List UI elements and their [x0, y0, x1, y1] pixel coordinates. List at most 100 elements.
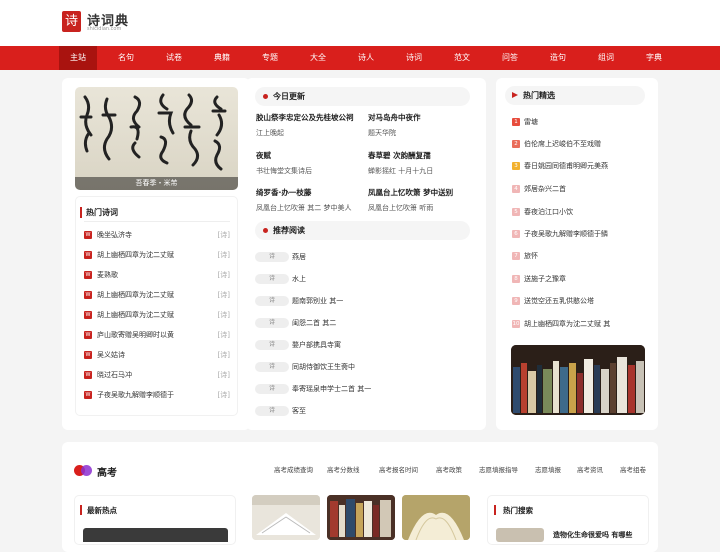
recommend-item[interactable]: 闺怨二首 其二: [292, 318, 336, 328]
list-item[interactable]: W 晓过石马冲 [诗]: [84, 369, 230, 381]
rank-title: 伯伦席上迟峻伯不至戏赠: [524, 140, 601, 148]
featured-image[interactable]: 吾春季・米芾: [75, 87, 238, 190]
rank-item[interactable]: 8 送施子之豫章: [512, 273, 642, 285]
gaokao-link-scores[interactable]: 高考成绩查询: [274, 464, 313, 474]
gaokao-link-guide[interactable]: 志愿填报指导: [479, 464, 518, 474]
gaokao-image-3[interactable]: [402, 495, 470, 540]
gaokao-link-apply[interactable]: 志愿填报: [535, 464, 561, 474]
rank-item[interactable]: 5 春夜泊江口小饮: [512, 206, 642, 218]
rank-badge: 9: [512, 297, 520, 305]
rank-item[interactable]: 3 春日姚园同德甫明卿元美燕: [512, 160, 642, 172]
today-item-title[interactable]: 凤凰台上忆吹箫 梦中送别: [368, 187, 453, 198]
recommend-item[interactable]: 水上: [292, 274, 306, 284]
latest-title: 最新热点: [87, 506, 117, 515]
today-item-title[interactable]: 春草碧 次韵酬复孺: [368, 150, 431, 161]
rank-badge: 10: [512, 320, 520, 328]
poem-icon: W: [84, 351, 92, 359]
bookshelf-illustration: [327, 495, 395, 540]
recommend-item[interactable]: 奉寄瑶泉申学士二首 其一: [292, 384, 371, 394]
gaokao-image-1[interactable]: [252, 495, 320, 540]
nav-item-topics[interactable]: 专题: [251, 46, 289, 70]
gaokao-link-policy[interactable]: 高考政策: [436, 464, 462, 474]
rank-badge: 6: [512, 230, 520, 238]
rank-item[interactable]: 7 旅怀: [512, 250, 642, 262]
rank-title: 胡上幽栖四章为沈二丈赋 其: [524, 320, 611, 328]
nav-item-collection[interactable]: 大全: [299, 46, 337, 70]
list-item[interactable]: W 麦熟歌 [诗]: [84, 269, 230, 281]
nav-item-poems[interactable]: 诗词: [395, 46, 433, 70]
today-item-sub[interactable]: 书壮悔堂文集诗后: [256, 166, 312, 176]
hot-search-item[interactable]: 造物化生命很爱吗 有哪些: [553, 530, 632, 540]
rank-title: 送觉空还五乳供憨公塔: [524, 297, 594, 305]
bookshelf-image[interactable]: [511, 345, 645, 415]
header: 诗 诗词典 shicidian.com: [0, 0, 720, 46]
recommend-item[interactable]: 燕居: [292, 252, 306, 262]
rank-item[interactable]: 6 子夜吴歌九解赠李顺德于鳞: [512, 228, 642, 240]
nav-item-sentences[interactable]: 造句: [539, 46, 577, 70]
nav-item-qa[interactable]: 问答: [491, 46, 529, 70]
gaokao-image-2[interactable]: [327, 495, 395, 540]
nav-item-home[interactable]: 主站: [59, 46, 97, 70]
rank-item[interactable]: 2 伯伦席上迟峻伯不至戏赠: [512, 138, 642, 150]
site-domain: shicidian.com: [87, 26, 122, 32]
rank-item[interactable]: 4 郊居杂兴二首: [512, 183, 642, 195]
gaokao-link-signup[interactable]: 高考报名时间: [379, 464, 418, 474]
recommend-item[interactable]: 同胡侍御饮王生斋中: [292, 362, 355, 372]
nav-item-poets[interactable]: 诗人: [347, 46, 385, 70]
list-item[interactable]: W 庐山歌寄赠吴明卿时以黄 [诗]: [84, 329, 230, 341]
today-item-sub[interactable]: 凤凰台上忆吹箫 听雨: [368, 203, 433, 213]
rank-badge: 1: [512, 118, 520, 126]
poem-icon: W: [84, 271, 92, 279]
list-item[interactable]: W 胡上幽栖四章为沈二丈赋 [诗]: [84, 289, 230, 301]
today-item-sub[interactable]: 凤凰台上忆吹箫 其二 梦中美人: [256, 203, 351, 213]
list-item[interactable]: W 胡上幽栖四章为沈二丈赋 [诗]: [84, 249, 230, 261]
rank-item[interactable]: 1 雷塘: [512, 116, 642, 128]
divider: [84, 221, 230, 222]
nav-item-classics[interactable]: 典籍: [203, 46, 241, 70]
rank-title: 郊居杂兴二首: [524, 185, 566, 193]
poem-tag: 诗: [255, 384, 289, 394]
poem-icon: W: [84, 391, 92, 399]
list-item[interactable]: W 晚坐弘济寺 [诗]: [84, 229, 230, 241]
recommend-item[interactable]: 婺户部携具寺寓: [292, 340, 341, 350]
today-item-title[interactable]: 夜赋: [256, 150, 271, 161]
list-item[interactable]: W 子夜吴歌九解赠李顺德于 [诗]: [84, 389, 230, 401]
gaokao-link-cutoff[interactable]: 高考分数线: [327, 464, 360, 474]
nav-item-quotes[interactable]: 名句: [107, 46, 145, 70]
gaokao-link-papers[interactable]: 高考组卷: [620, 464, 646, 474]
main-nav: 主站 名句 试卷 典籍 专题 大全 诗人 诗词 范文 问答 造句 组词 字典: [0, 46, 720, 70]
pages-illustration: [402, 495, 470, 540]
nav-item-exams[interactable]: 试卷: [155, 46, 193, 70]
today-item-title[interactable]: 绮罗香·办一枝藤: [256, 187, 311, 198]
open-book-illustration: [252, 495, 320, 540]
poem-icon: W: [84, 331, 92, 339]
list-item-tag: [诗]: [217, 331, 230, 339]
poem-icon: W: [84, 231, 92, 239]
recommend-item[interactable]: 客至: [292, 406, 306, 416]
list-item[interactable]: W 胡上幽栖四章为沈二丈赋 [诗]: [84, 309, 230, 321]
gaokao-link-news[interactable]: 高考资讯: [577, 464, 603, 474]
nav-item-dictionary[interactable]: 字典: [635, 46, 673, 70]
today-title-text: 今日更新: [273, 92, 305, 101]
rank-badge: 4: [512, 185, 520, 193]
featured-caption: 吾春季・米芾: [75, 177, 238, 190]
today-item-sub[interactable]: 江上晚起: [256, 128, 284, 138]
logo-mark[interactable]: 诗: [62, 11, 81, 32]
rank-item[interactable]: 10 胡上幽栖四章为沈二丈赋 其: [512, 318, 642, 330]
poem-tag: 诗: [255, 274, 289, 284]
section-marker: [494, 505, 496, 515]
rank-item[interactable]: 9 送觉空还五乳供憨公塔: [512, 295, 642, 307]
list-item-title: 麦熟歌: [97, 271, 118, 279]
today-item-title[interactable]: 胶山祭李忠定公及先桂坡公祠: [256, 112, 354, 123]
list-item-tag: [诗]: [217, 291, 230, 299]
list-item-title: 子夜吴歌九解赠李顺德于: [97, 391, 174, 399]
nav-item-essays[interactable]: 范文: [443, 46, 481, 70]
today-item-title[interactable]: 对马岛舟中夜作: [368, 112, 421, 123]
list-item[interactable]: W 吴义姑诗 [诗]: [84, 349, 230, 361]
recommend-title-text: 推荐阅读: [273, 226, 305, 235]
recommend-item[interactable]: 题南郭别业 其一: [292, 296, 343, 306]
rank-title: 旅怀: [524, 252, 538, 260]
today-item-sub[interactable]: 蝉影摇红 十月十九日: [368, 166, 433, 176]
nav-item-words[interactable]: 组词: [587, 46, 625, 70]
today-item-sub[interactable]: 题天华院: [368, 128, 396, 138]
